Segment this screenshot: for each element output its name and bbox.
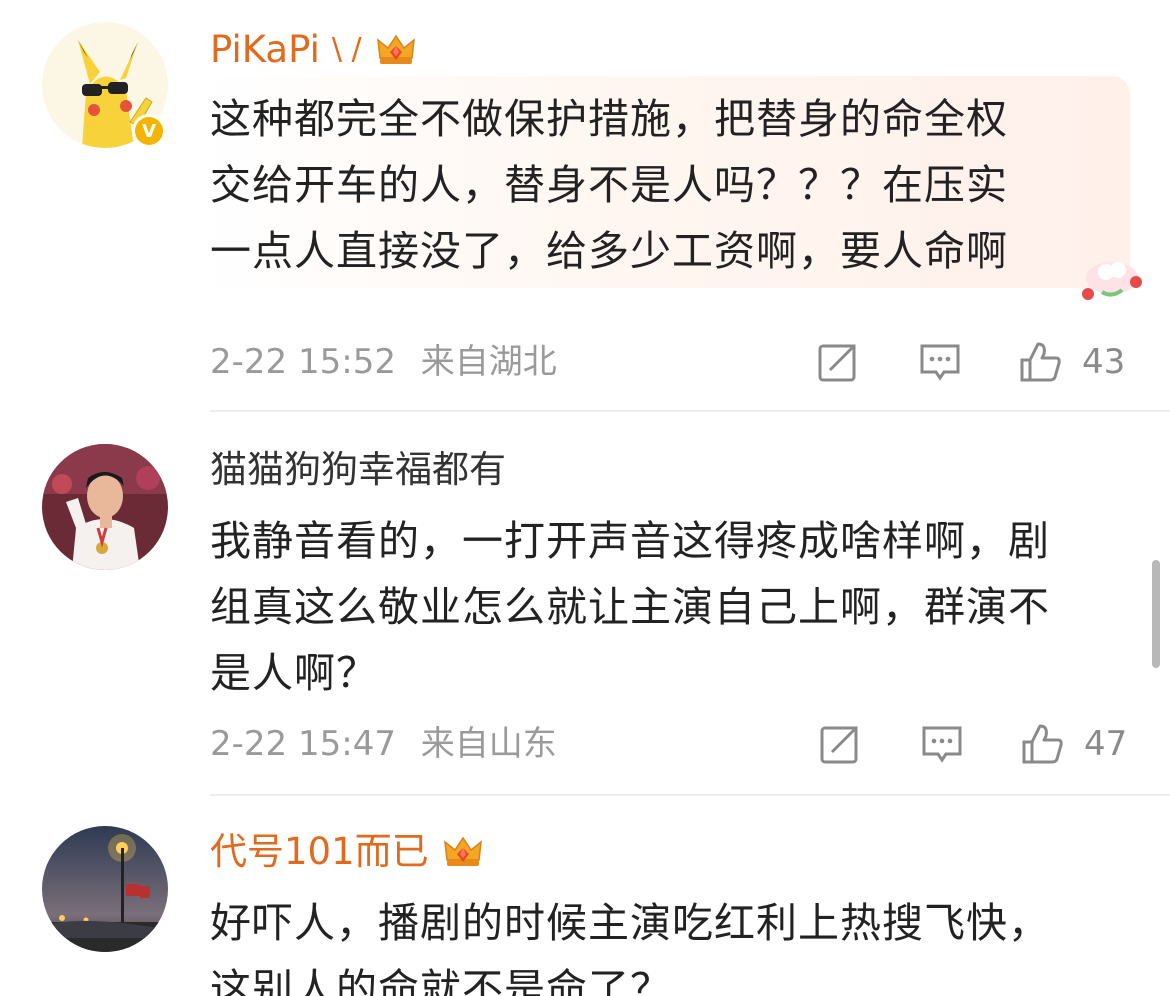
username-text: 代号101而已 bbox=[210, 830, 429, 873]
crown-icon bbox=[441, 830, 485, 874]
comment-list: V PiKaPi \ / 这种都完全不做保护措施，把替身的命全权 交给开车的人，… bbox=[0, 0, 1170, 996]
comment-text: 好吓人，播剧的时候主演吃红利上热搜飞快， 这别人的命就不是命了？ bbox=[210, 890, 1135, 996]
username[interactable]: 代号101而已 bbox=[210, 828, 485, 876]
comment-item: 代号101而已 好吓人，播剧的时候主演吃红利上热搜飞快， 这别人的命就不是命了？ bbox=[0, 0, 1170, 996]
comment-text-line: 好吓人，播剧的时候主演吃红利上热搜飞快， bbox=[210, 899, 1050, 947]
comment-text-line: 这别人的命就不是命了？ bbox=[210, 965, 672, 996]
night-street-avatar-icon bbox=[42, 826, 168, 952]
avatar[interactable] bbox=[42, 826, 168, 952]
scrollbar[interactable] bbox=[1152, 560, 1160, 668]
